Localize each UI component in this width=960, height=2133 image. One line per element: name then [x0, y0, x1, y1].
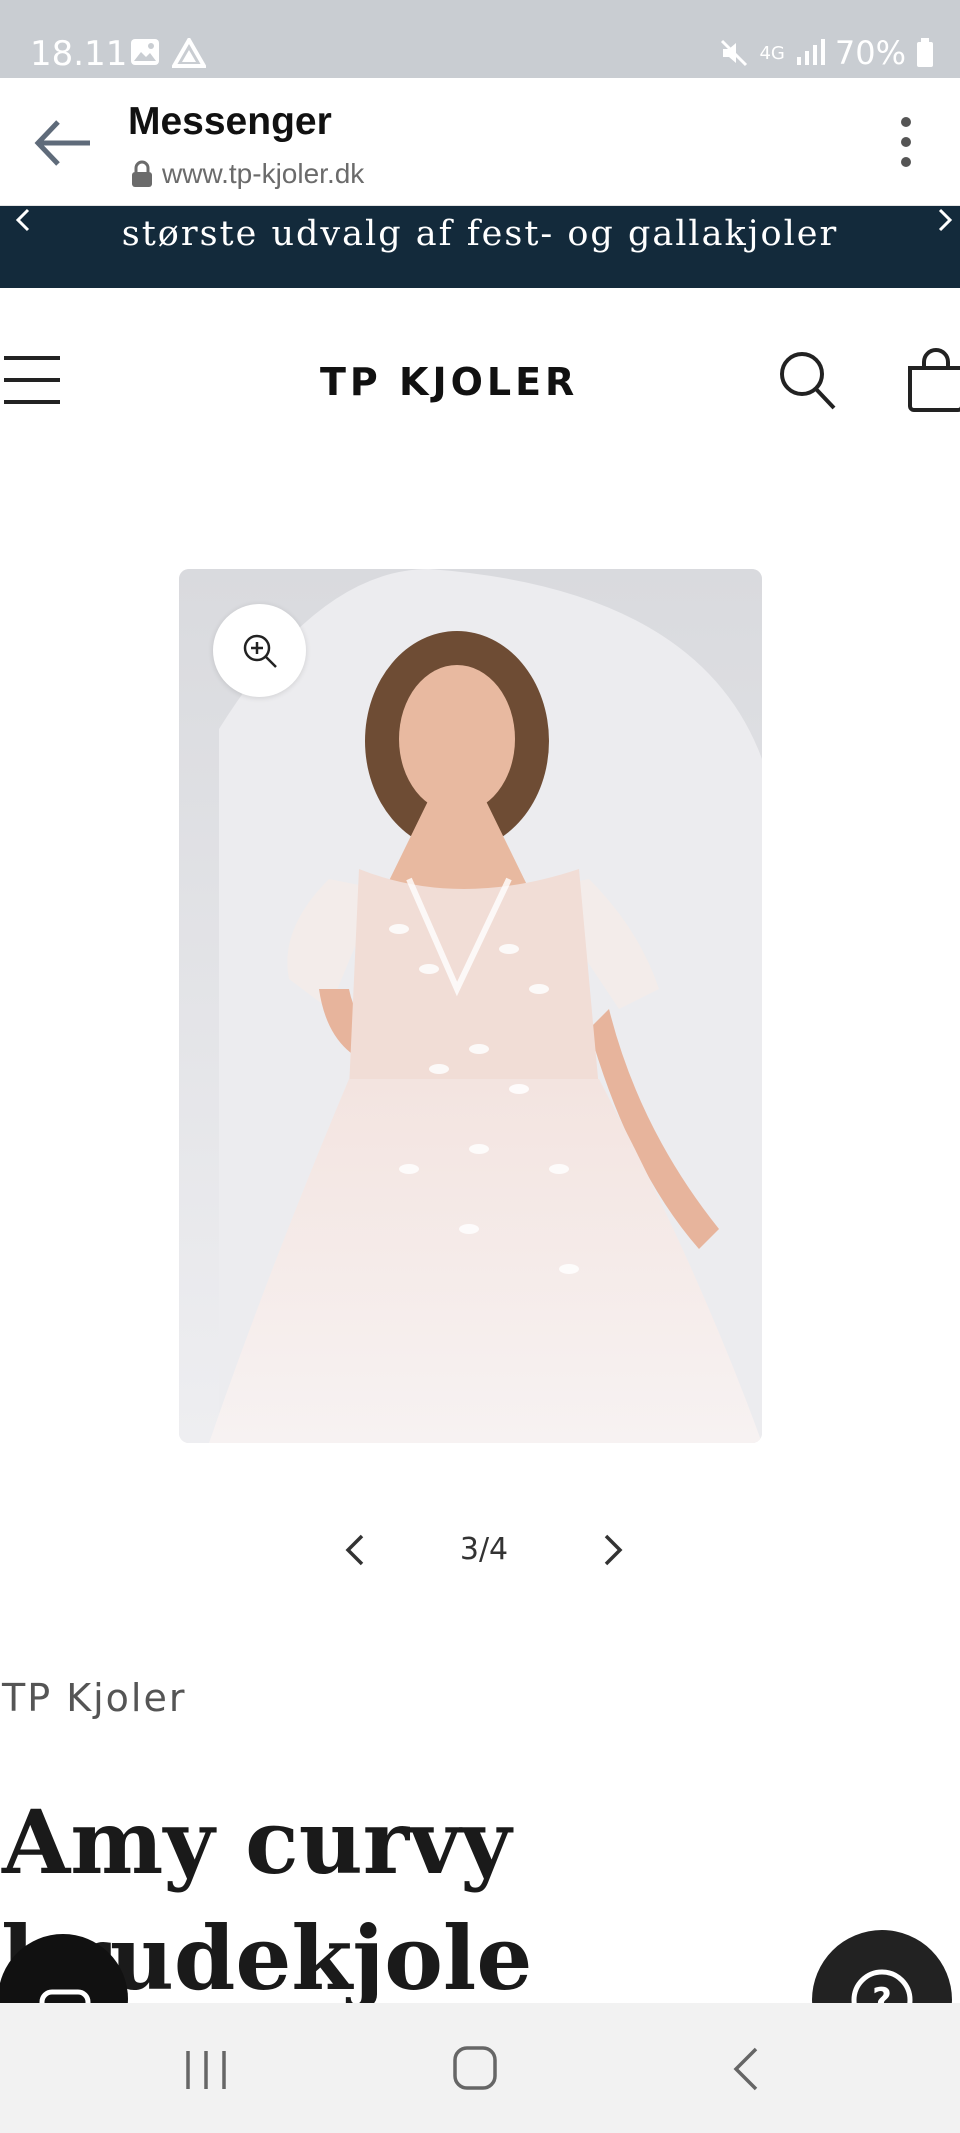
product-image[interactable] — [179, 569, 762, 1443]
more-vertical-icon[interactable] — [898, 114, 914, 170]
browser-app-title: Messenger — [128, 100, 332, 143]
status-right: 4G 70% — [719, 34, 934, 72]
network-label: 4G — [759, 42, 785, 64]
battery-level: 70% — [834, 34, 906, 72]
nav-back-icon[interactable] — [728, 2045, 764, 2093]
announcement-bar: største udvalg af fest- og gallakjoler — [0, 206, 960, 288]
notification-icons — [130, 38, 206, 68]
app-notification-icon — [172, 38, 206, 68]
hamburger-menu-icon[interactable] — [2, 354, 60, 406]
system-nav-bar — [0, 2003, 960, 2133]
status-time: 18.11 — [30, 34, 128, 74]
gallery-prev-icon[interactable] — [340, 1532, 372, 1568]
gallery-counter: 3/4 — [459, 1532, 509, 1567]
announcement-text: største udvalg af fest- og gallakjoler — [121, 214, 839, 254]
signal-icon — [796, 39, 825, 65]
mute-icon — [721, 39, 748, 67]
chevron-right-icon[interactable] — [930, 206, 960, 236]
image-icon — [131, 39, 159, 65]
site-header: TP KJOLER — [0, 288, 960, 478]
status-bar: 18.11 4G 70% — [0, 0, 960, 78]
lock-icon — [132, 160, 152, 187]
site-logo[interactable]: TP KJOLER — [320, 360, 578, 404]
browser-bar: Messenger www.tp-kjoler.dk — [0, 78, 960, 206]
home-icon[interactable] — [452, 2045, 498, 2091]
bride-dress-photo — [179, 569, 762, 1443]
zoom-button[interactable] — [213, 604, 306, 697]
zoom-in-icon — [243, 634, 277, 668]
page-url: www.tp-kjoler.dk — [162, 158, 365, 189]
url-row[interactable]: www.tp-kjoler.dk — [130, 158, 364, 190]
product-vendor: TP Kjoler — [2, 1676, 187, 1720]
battery-icon — [917, 38, 933, 67]
recents-icon[interactable] — [182, 2047, 230, 2093]
gallery-next-icon[interactable] — [596, 1532, 628, 1568]
cart-icon[interactable] — [906, 348, 960, 412]
search-icon[interactable] — [778, 350, 838, 412]
back-arrow-icon[interactable] — [28, 108, 98, 178]
